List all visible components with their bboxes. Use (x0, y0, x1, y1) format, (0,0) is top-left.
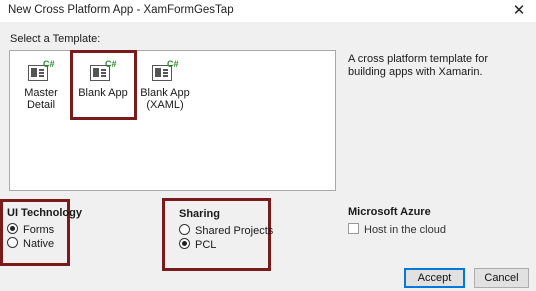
accept-button[interactable]: Accept (404, 268, 465, 288)
window-title: New Cross Platform App - XamFormGesTap (8, 4, 234, 16)
close-icon[interactable]: ✕ (508, 1, 530, 21)
radio-button[interactable] (7, 237, 18, 248)
template-master-detail[interactable]: C# Master Detail (9, 59, 73, 111)
checkbox-label: Host in the cloud (364, 224, 446, 236)
select-template-label: Select a Template: (10, 33, 101, 45)
radio-label: Forms (23, 224, 55, 236)
ui-technology-title: UI Technology (7, 207, 82, 219)
radio-forms[interactable]: Forms (7, 223, 54, 238)
radio-label: Shared Projects (195, 225, 274, 237)
radio-pcl[interactable]: PCL (179, 238, 216, 253)
radio-label: PCL (195, 239, 217, 251)
highlight-frame-blank-app (70, 50, 137, 120)
template-blank-app-xaml[interactable]: C# Blank App (XAML) (133, 59, 197, 111)
sharing-title: Sharing (179, 208, 220, 220)
host-in-cloud-checkbox[interactable]: Host in the cloud (348, 223, 446, 238)
template-description: A cross platform template for building a… (348, 53, 488, 78)
checkbox[interactable] (348, 223, 359, 234)
radio-button[interactable] (179, 224, 190, 235)
cancel-button[interactable]: Cancel (474, 268, 529, 288)
radio-button[interactable] (7, 223, 18, 234)
radio-button[interactable] (179, 238, 190, 249)
master-detail-template-icon: C# (28, 59, 55, 83)
radio-shared-projects[interactable]: Shared Projects (179, 224, 273, 239)
template-label: Blank App (XAML) (140, 87, 190, 111)
radio-native[interactable]: Native (7, 237, 54, 252)
radio-label: Native (23, 238, 55, 250)
blank-app-xaml-template-icon: C# (152, 59, 179, 83)
azure-title: Microsoft Azure (348, 206, 431, 218)
template-label: Master Detail (24, 87, 58, 111)
